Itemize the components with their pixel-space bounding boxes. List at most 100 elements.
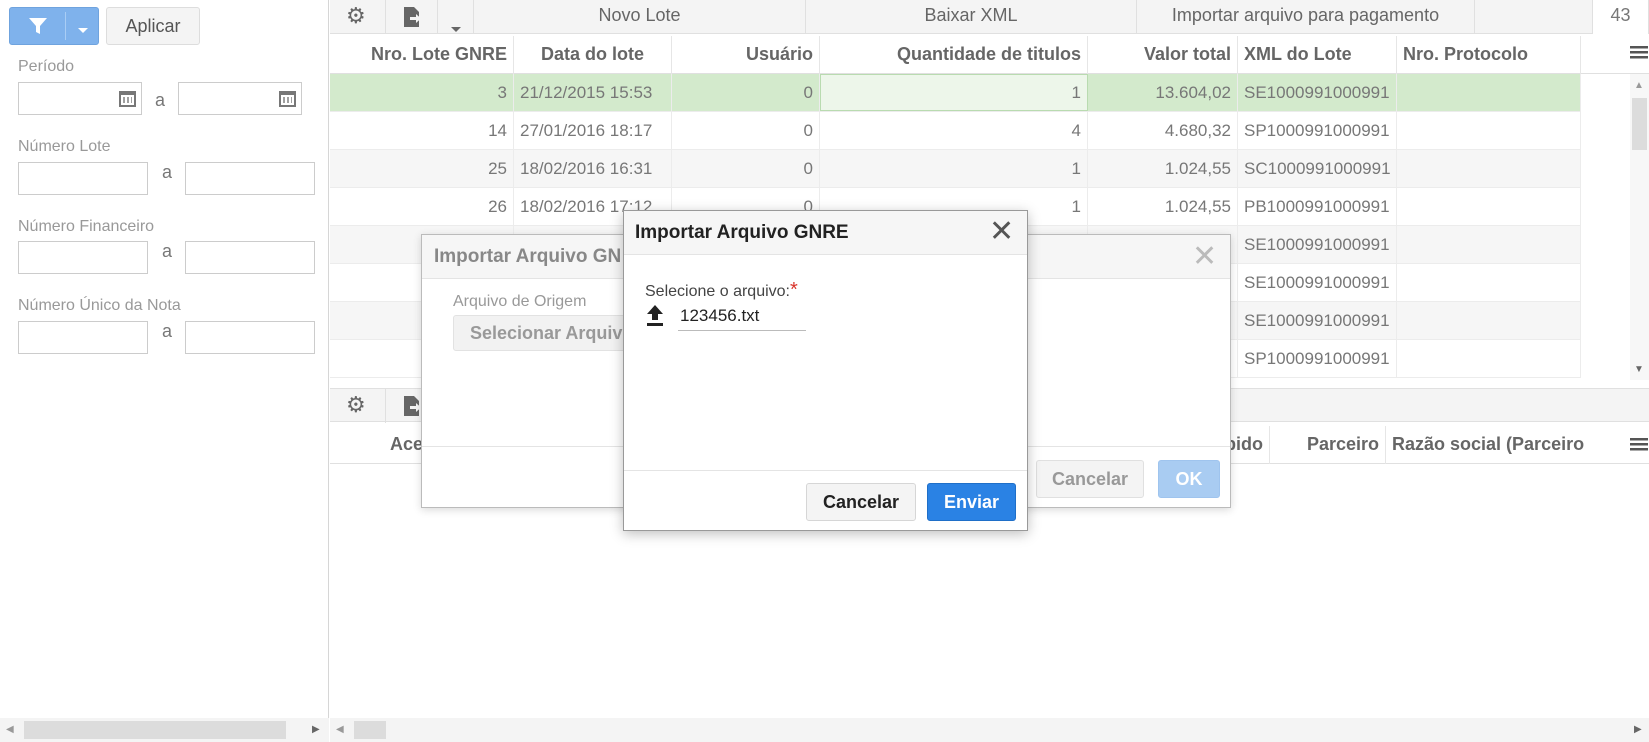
scrollbar-thumb[interactable] [24, 721, 286, 739]
cell-valor-total[interactable]: 13.604,02 [1088, 74, 1238, 111]
file-name-field[interactable]: 123456.txt [678, 303, 806, 331]
import-dialog: Importar Arquivo GNRE ✕ Selecione o arqu… [623, 210, 1028, 531]
scrollbar-thumb[interactable] [1632, 98, 1647, 150]
periodo-end-input[interactable] [178, 82, 302, 115]
export-button[interactable] [386, 0, 438, 34]
cell-valor-total[interactable]: 4.680,32 [1088, 112, 1238, 149]
numero-lote-start-input[interactable] [18, 162, 148, 195]
send-button[interactable]: Enviar [927, 483, 1016, 521]
col-nro-lote[interactable]: Nro. Lote GNRE [330, 36, 514, 74]
cell-nro-lote[interactable]: 26 [330, 188, 514, 225]
cell-xml-lote[interactable]: SE1000991000991 [1238, 74, 1397, 111]
top-grid-toolbar: ⚙ Novo Lote Baixar XML Importar arquivo … [330, 0, 1649, 34]
select-file-label: Selecione o arquivo:* [645, 279, 798, 302]
close-icon[interactable]: ✕ [989, 217, 1014, 247]
calendar-icon[interactable] [119, 91, 136, 107]
col-valor-total[interactable]: Valor total [1088, 36, 1238, 74]
cell-xml-lote[interactable]: SP1000991000991 [1238, 112, 1397, 149]
range-separator: a [162, 162, 173, 182]
col-protocolo[interactable]: Nro. Protocolo [1397, 36, 1581, 74]
col-parceiro[interactable]: Parceiro [1270, 426, 1386, 464]
column-menu-icon[interactable] [1630, 436, 1648, 457]
cell-protocolo[interactable] [1397, 226, 1581, 263]
cell-nro-lote[interactable]: 14 [330, 112, 514, 149]
cell-protocolo[interactable] [1397, 74, 1581, 111]
numero-financeiro-label: Número Financeiro [18, 218, 155, 235]
cell-protocolo[interactable] [1397, 340, 1581, 377]
cell-valor-total[interactable]: 1.024,55 [1088, 188, 1238, 225]
close-icon[interactable]: ✕ [1192, 242, 1217, 272]
table-row[interactable]: 25 18/02/2016 16:31 0 1 1.024,55 SC1000991000… [330, 150, 1581, 188]
apply-button[interactable]: Aplicar [106, 7, 200, 45]
cell-data-lote[interactable]: 21/12/2015 15:53 [514, 74, 672, 111]
filter-button[interactable] [9, 7, 99, 45]
col-quantidade[interactable]: Quantidade de titulos [820, 36, 1088, 74]
cell-xml-lote[interactable]: SC1000991000991 [1238, 150, 1397, 187]
numero-financeiro-start-input[interactable] [18, 241, 148, 274]
upload-icon[interactable] [645, 303, 665, 332]
scrollbar-thumb[interactable] [354, 721, 386, 739]
cell-xml-lote[interactable]: PB1000991000991 [1238, 188, 1397, 225]
select-file-label-text: Selecione o arquivo: [645, 283, 790, 300]
cell-usuario[interactable]: 0 [672, 150, 820, 187]
cell-quantidade[interactable]: 1 [820, 150, 1088, 187]
cell-valor-total[interactable]: 1.024,55 [1088, 150, 1238, 187]
cell-xml-lote[interactable]: SE1000991000991 [1238, 264, 1397, 301]
required-mark: * [789, 279, 798, 301]
numero-unico-end-input[interactable] [185, 321, 315, 354]
periodo-start-input[interactable] [18, 82, 142, 115]
calendar-icon[interactable] [279, 91, 296, 107]
grid-settings-button[interactable]: ⚙ [330, 389, 386, 423]
horizontal-scrollbar[interactable]: ◀ ▶ [330, 718, 1649, 742]
export-file-icon [402, 6, 422, 37]
origin-label: Arquivo de Origem [453, 293, 587, 310]
scroll-left-icon[interactable]: ◀ [336, 724, 344, 735]
cell-nro-lote[interactable]: 3 [330, 74, 514, 111]
cell-protocolo[interactable] [1397, 302, 1581, 339]
numero-unico-start-input[interactable] [18, 321, 148, 354]
scroll-left-icon[interactable]: ◀ [6, 724, 14, 735]
scroll-up-icon[interactable]: ▲ [1634, 80, 1644, 91]
chevron-down-icon[interactable] [77, 22, 89, 40]
grid-settings-button[interactable]: ⚙ [330, 0, 386, 34]
cell-protocolo[interactable] [1397, 188, 1581, 225]
col-razao-social[interactable]: Razão social (Parceiro [1386, 426, 1630, 464]
cell-usuario[interactable]: 0 [672, 74, 820, 111]
baixar-xml-button[interactable]: Baixar XML [806, 0, 1137, 34]
cell-protocolo[interactable] [1397, 264, 1581, 301]
cell-xml-lote[interactable]: SP1000991000991 [1238, 340, 1397, 377]
cell-quantidade[interactable]: 1 [820, 74, 1088, 111]
cell-quantidade[interactable]: 4 [820, 112, 1088, 149]
ok-button[interactable]: OK [1158, 460, 1220, 498]
table-row[interactable]: 3 21/12/2015 15:53 0 1 13.604,02 SE1000991000… [330, 74, 1581, 112]
table-row[interactable]: 14 27/01/2016 18:17 0 4 4.680,32 SP1000991000… [330, 112, 1581, 150]
column-menu-icon[interactable] [1630, 44, 1648, 65]
cancel-button[interactable]: Cancelar [1036, 460, 1144, 498]
range-separator: a [162, 321, 173, 341]
cell-data-lote[interactable]: 18/02/2016 16:31 [514, 150, 672, 187]
cell-protocolo[interactable] [1397, 150, 1581, 187]
numero-lote-end-input[interactable] [185, 162, 315, 195]
vertical-scrollbar[interactable]: ▲ ▼ [1630, 74, 1649, 380]
col-usuario[interactable]: Usuário [672, 36, 820, 74]
col-data-lote[interactable]: Data do lote [514, 36, 672, 74]
range-separator: a [155, 90, 166, 110]
export-dropdown[interactable] [438, 0, 474, 34]
cell-data-lote[interactable]: 27/01/2016 18:17 [514, 112, 672, 149]
cancel-button[interactable]: Cancelar [806, 483, 916, 521]
cell-usuario[interactable]: 0 [672, 112, 820, 149]
cell-xml-lote[interactable]: SE1000991000991 [1238, 302, 1397, 339]
scroll-right-icon[interactable]: ▶ [1634, 724, 1642, 735]
horizontal-scrollbar[interactable]: ◀ ▶ [0, 718, 329, 742]
cell-protocolo[interactable] [1397, 112, 1581, 149]
importar-arquivo-button[interactable]: Importar arquivo para pagamento [1137, 0, 1475, 34]
numero-financeiro-end-input[interactable] [185, 241, 315, 274]
col-xml-lote[interactable]: XML do Lote [1238, 36, 1397, 74]
cell-xml-lote[interactable]: SE1000991000991 [1238, 226, 1397, 263]
scroll-right-icon[interactable]: ▶ [312, 724, 320, 735]
record-count: 43 [1592, 0, 1649, 34]
novo-lote-button[interactable]: Novo Lote [474, 0, 806, 34]
cell-nro-lote[interactable]: 25 [330, 150, 514, 187]
gear-icon: ⚙ [346, 392, 366, 417]
scroll-down-icon[interactable]: ▼ [1634, 364, 1644, 375]
